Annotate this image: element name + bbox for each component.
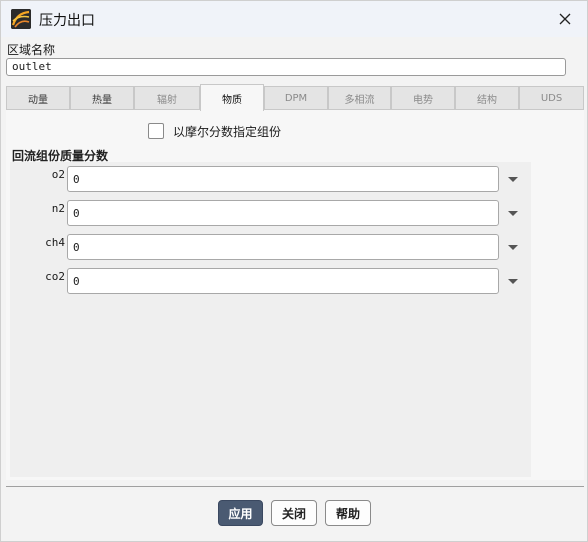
species-input-n2[interactable]: 0	[67, 200, 499, 226]
chevron-down-icon[interactable]	[505, 239, 521, 255]
zone-name-field[interactable]: outlet	[6, 58, 566, 76]
species-input-o2[interactable]: 0	[67, 166, 499, 192]
fluent-logo-icon	[11, 9, 31, 29]
title-bar: 压力出口	[1, 1, 587, 37]
tab-dpm[interactable]: DPM	[264, 86, 328, 110]
zone-name-label: 区域名称	[7, 43, 56, 57]
species-label-n2: n2	[51, 202, 65, 215]
mole-fraction-checkbox[interactable]	[148, 123, 164, 139]
tab-multiphase[interactable]: 多相流	[328, 86, 391, 110]
species-label-ch4: ch4	[45, 236, 65, 249]
help-button[interactable]: 帮助	[325, 500, 371, 526]
mole-fraction-label: 以摩尔分数指定组份	[173, 124, 282, 139]
button-divider	[6, 486, 584, 487]
species-input-ch4[interactable]: 0	[67, 234, 499, 260]
chevron-down-icon[interactable]	[505, 205, 521, 221]
tab-uds[interactable]: UDS	[519, 86, 584, 110]
apply-button[interactable]: 应用	[218, 500, 263, 526]
species-input-co2[interactable]: 0	[67, 268, 499, 294]
chevron-down-icon[interactable]	[505, 171, 521, 187]
tab-potential[interactable]: 电势	[391, 86, 455, 110]
close-icon	[559, 13, 571, 25]
tab-bar: 动量 热量 辐射 物质 DPM 多相流 电势 结构 UDS	[6, 84, 584, 111]
tab-species[interactable]: 物质	[200, 84, 264, 111]
species-label-o2: o2	[51, 168, 65, 181]
chevron-down-icon[interactable]	[505, 273, 521, 289]
close-dialog-button[interactable]: 关闭	[271, 500, 317, 526]
tab-structure[interactable]: 结构	[455, 86, 519, 110]
species-label-co2: co2	[45, 270, 65, 283]
window-title: 压力出口	[39, 13, 95, 29]
species-mass-fraction-panel: o2 0 n2 0 ch4 0 co2 0	[10, 162, 531, 477]
close-button[interactable]	[553, 7, 577, 31]
tab-momentum[interactable]: 动量	[6, 86, 70, 110]
tab-thermal[interactable]: 热量	[70, 86, 134, 110]
tab-radiation[interactable]: 辐射	[134, 86, 200, 110]
mole-fraction-option: 以摩尔分数指定组份	[148, 122, 281, 140]
pressure-outlet-dialog: 压力出口 区域名称 outlet 动量 热量 辐射 物质 DPM 多相流 电势 …	[0, 0, 588, 542]
